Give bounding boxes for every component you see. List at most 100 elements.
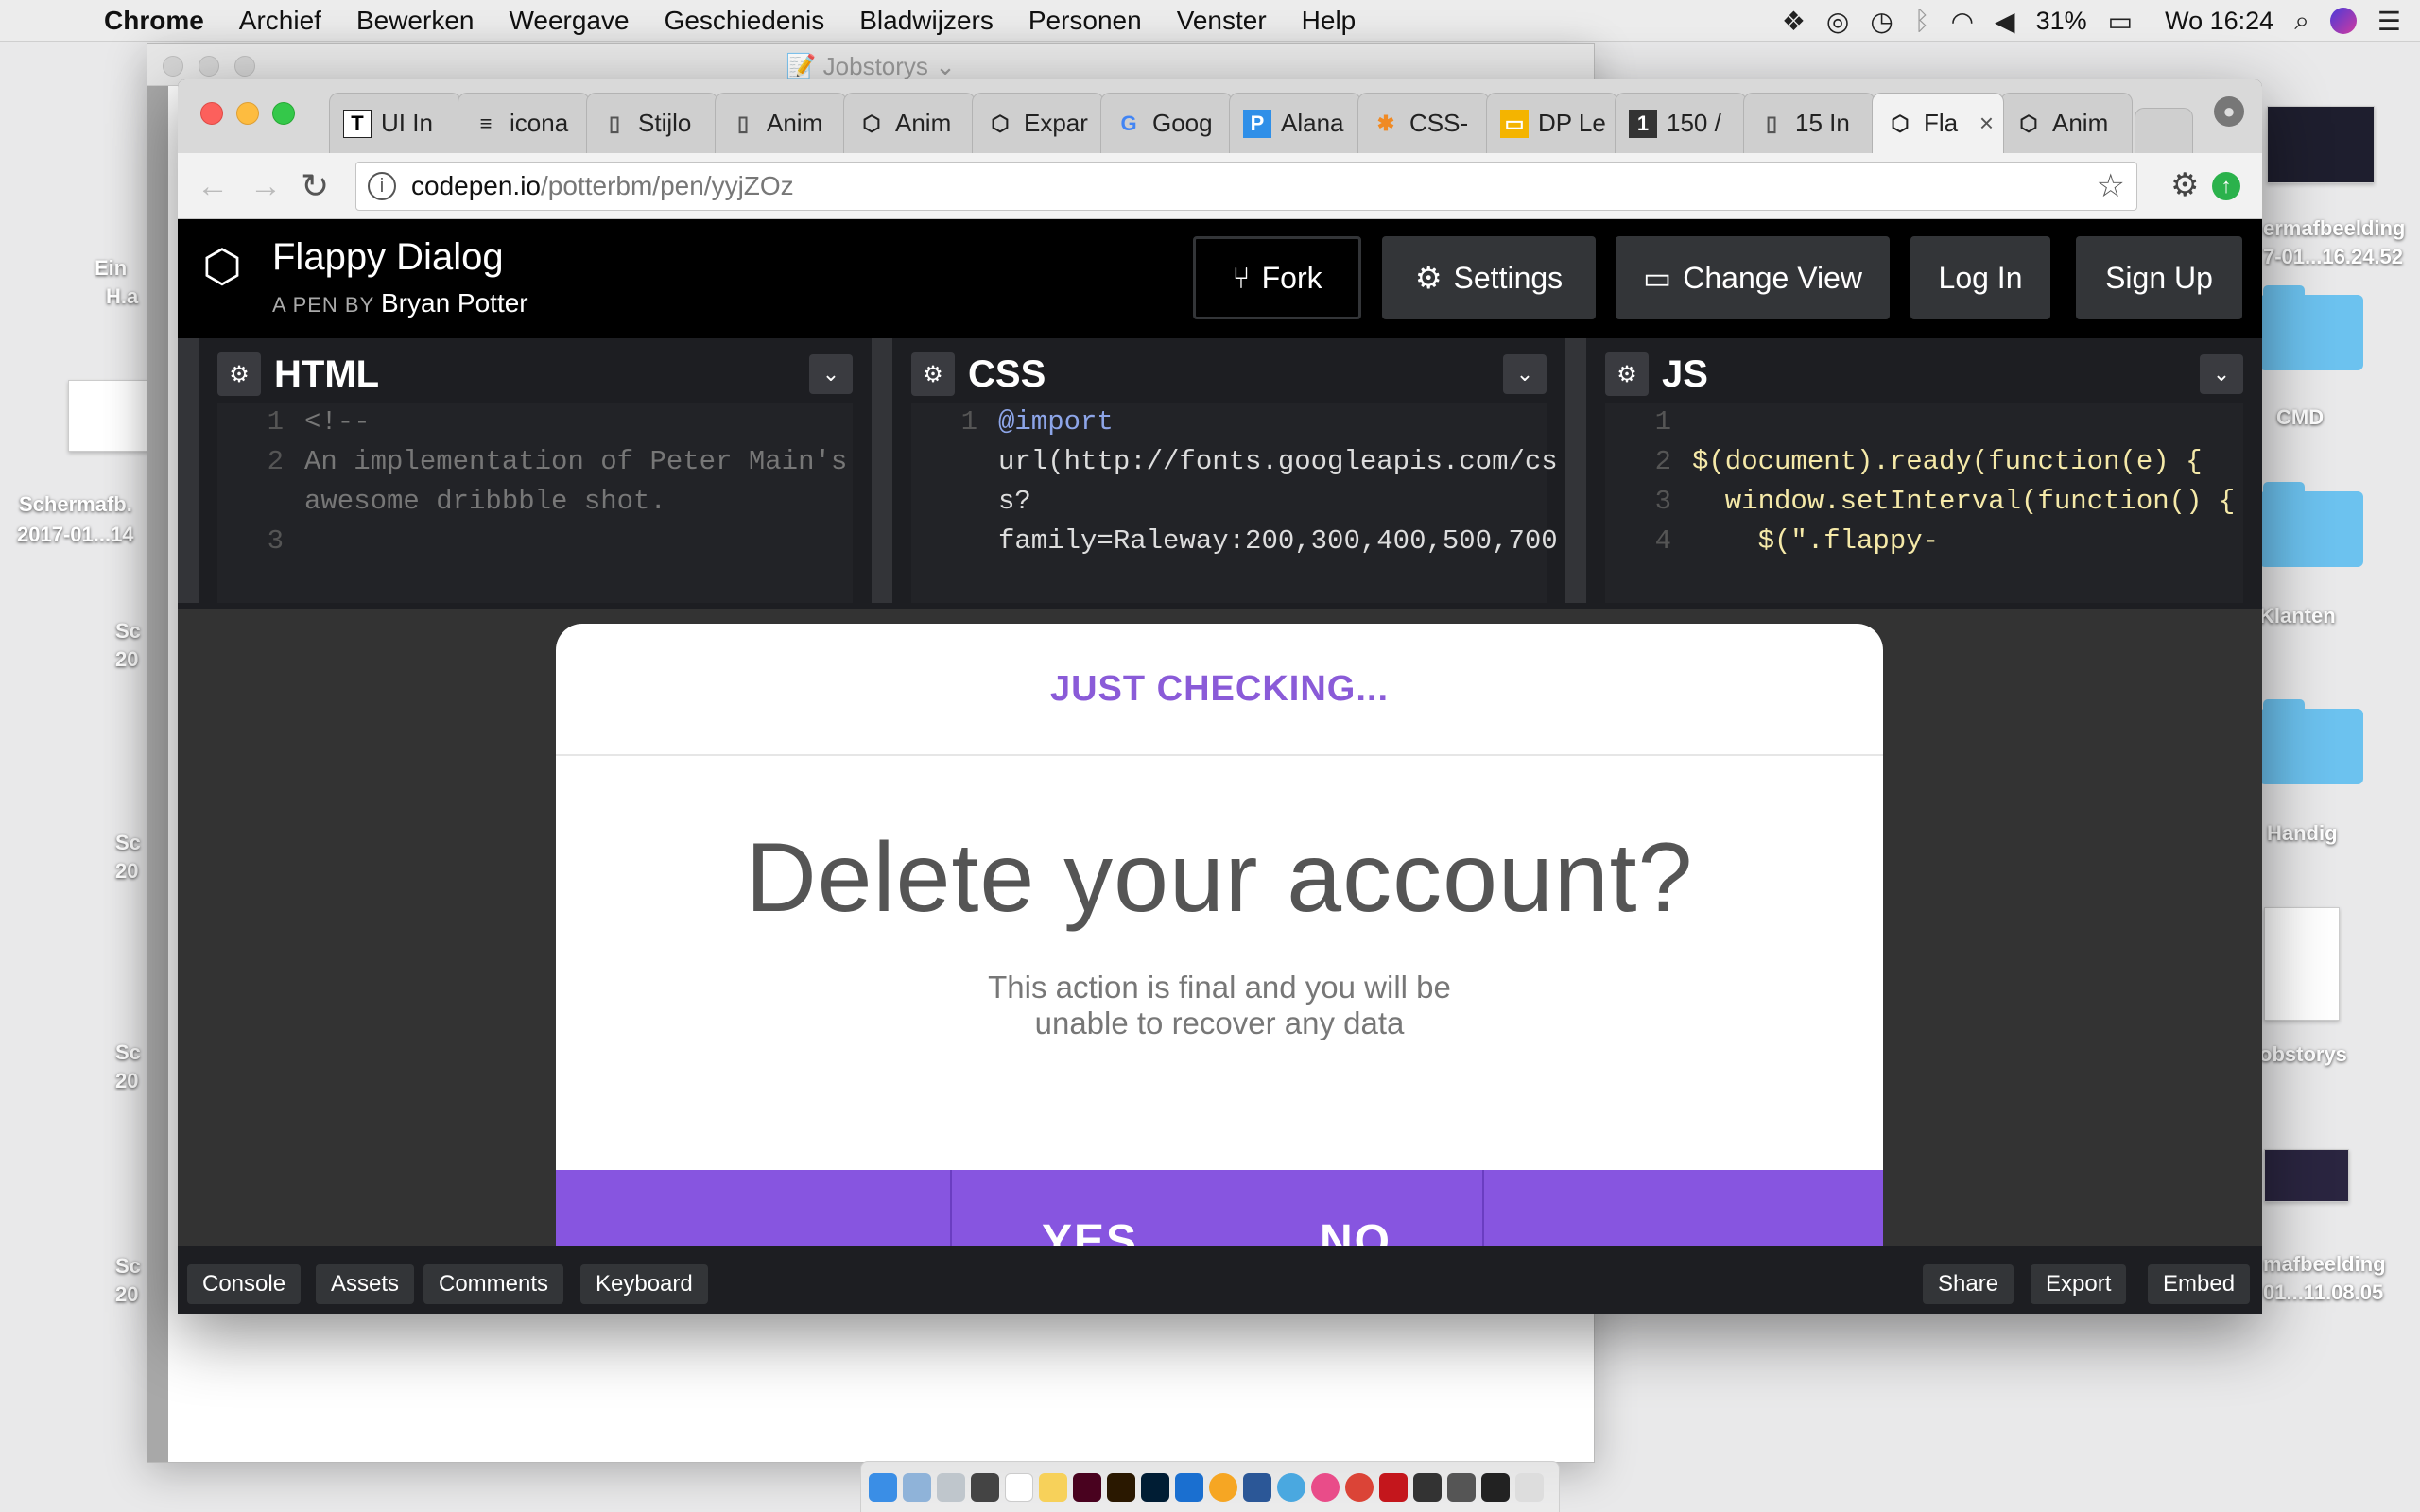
tab[interactable]: G Goog [1100,93,1233,153]
creative-cloud-icon[interactable]: ◎ [1826,6,1849,37]
desktop-label[interactable]: 20 [115,1068,138,1094]
forward-icon[interactable]: → [250,168,282,205]
pane-resizer[interactable] [872,338,892,603]
codepen-logo-icon[interactable]: ⬡ [202,240,242,293]
chevron-down-icon[interactable]: ⌄ [928,52,956,80]
new-tab-button[interactable] [2135,108,2193,153]
desktop-label[interactable]: Sc [115,618,141,644]
wifi-icon[interactable]: ◠ [1951,6,1974,37]
app-icon[interactable] [1175,1472,1203,1502]
html-editor[interactable]: ⚙ HTML ⌄ 1 <!-- 2 An implementation of P… [199,338,872,603]
desktop-label[interactable]: Handig [2267,820,2338,847]
tab[interactable]: T UI In [329,93,461,153]
calendar-icon[interactable] [1005,1472,1033,1502]
indesign-icon[interactable] [1073,1472,1101,1502]
notes-icon[interactable] [1039,1472,1067,1502]
app-icon[interactable] [1209,1472,1237,1502]
pane-resizer[interactable] [1565,338,1586,603]
volume-icon[interactable]: ◀ [1995,6,2015,37]
console-button[interactable]: Console [187,1264,302,1304]
desktop-label[interactable]: Sc [115,1040,141,1066]
app-icon[interactable] [1481,1472,1510,1502]
app-icon[interactable] [1447,1472,1476,1502]
document-thumbnail[interactable] [2264,907,2340,1021]
embed-button[interactable]: Embed [2148,1264,2251,1304]
html-code[interactable]: 1 <!-- 2 An implementation of Peter Main… [217,403,853,603]
dropbox-icon[interactable]: ❖ [1782,6,1806,37]
chevron-down-icon[interactable]: ⌄ [2200,354,2243,394]
siri-icon[interactable] [2329,8,2357,34]
menu-help[interactable]: Help [1302,6,1357,36]
tab[interactable]: ✱ CSS- [1357,93,1490,153]
extension-update-icon[interactable]: ↑ [2212,172,2240,200]
desktop-label[interactable]: obstorys [2259,1041,2347,1068]
tab[interactable]: 1 150 / [1615,93,1747,153]
desktop-label[interactable]: 20 [115,646,138,673]
chevron-down-icon[interactable]: ⌄ [1503,354,1547,394]
tab[interactable]: ▭ DP Le [1486,93,1618,153]
tab[interactable]: ≡ icona [458,93,590,153]
bookmark-star-icon[interactable]: ☆ [2097,167,2125,205]
reload-icon[interactable]: ↻ [301,166,329,206]
spotlight-search-icon[interactable]: ⌕ [2294,6,2309,37]
tab[interactable]: ⬡ Anim [843,93,976,153]
pen-title[interactable]: Flappy Dialog [272,236,504,279]
info-icon[interactable]: i [368,172,396,200]
assets-button[interactable]: Assets [316,1264,415,1304]
trash-icon[interactable] [1515,1472,1544,1502]
share-button[interactable]: Share [1923,1264,2014,1304]
tab[interactable]: ▯ 15 In [1743,93,1876,153]
time-machine-icon[interactable]: ◷ [1870,6,1893,37]
illustrator-icon[interactable] [1107,1472,1135,1502]
minimize-window-button[interactable] [236,102,259,125]
desktop-label[interactable]: ermafbeelding [2263,215,2405,242]
photoshop-icon[interactable] [1141,1472,1169,1502]
chevron-down-icon[interactable]: ⌄ [809,354,853,394]
desktop-label[interactable]: H.a [106,284,138,310]
photos-icon[interactable] [1311,1472,1340,1502]
pen-author-link[interactable]: Bryan Potter [381,288,528,318]
tab[interactable]: ⬡ Anim [2000,93,2133,153]
yes-button[interactable]: YES [1042,1215,1138,1246]
comments-button[interactable]: Comments [424,1264,564,1304]
desktop-label[interactable]: Klanten [2259,603,2336,629]
app-icon[interactable] [903,1472,931,1502]
menu-bladwijzers[interactable]: Bladwijzers [859,6,994,36]
app-icon[interactable] [1277,1472,1305,1502]
menu-app[interactable]: Chrome [104,6,204,36]
screenshot-thumbnail[interactable] [2267,106,2375,183]
js-editor[interactable]: ⚙ JS ⌄ 1 2 $(document).ready(function(e)… [1586,338,2262,603]
screenshot-thumbnail[interactable] [2264,1149,2349,1202]
desktop-label[interactable]: Ein [95,255,127,282]
menu-personen[interactable]: Personen [1028,6,1142,36]
menu-venster[interactable]: Venster [1177,6,1267,36]
desktop-label[interactable]: Sc [115,830,141,856]
desktop-label[interactable]: 20 [115,1281,138,1308]
desktop-label[interactable]: 01...11.08.05 [2263,1280,2383,1306]
chrome-icon[interactable] [1345,1472,1374,1502]
folder-icon[interactable] [2259,482,2363,567]
export-button[interactable]: Export [2031,1264,2127,1304]
address-bar[interactable]: i codepen.io /potterbm/pen/yyjZOz ☆ [355,162,2137,211]
word-icon[interactable] [1243,1472,1271,1502]
clock[interactable]: Wo 16:24 [2165,7,2273,36]
menu-geschiedenis[interactable]: Geschiedenis [665,6,825,36]
desktop-label[interactable]: Schermafb. [19,491,132,518]
menu-archief[interactable]: Archief [239,6,321,36]
desktop-label[interactable]: mafbeelding [2263,1251,2386,1278]
desktop-label[interactable]: 2017-01...14 [17,522,134,548]
folder-icon[interactable] [2259,285,2363,370]
html-settings-gear-icon[interactable]: ⚙ [217,352,261,396]
notification-center-icon[interactable]: ☰ [2377,6,2401,37]
no-button[interactable]: NO [1320,1215,1392,1246]
back-icon[interactable]: ← [197,168,229,205]
battery-icon[interactable]: ▭ [2108,6,2133,37]
folder-icon[interactable] [2259,699,2363,784]
screenshot-thumbnail[interactable] [68,380,153,452]
launchpad-icon[interactable] [937,1472,965,1502]
extension-gear-icon[interactable]: ⚙ [2170,166,2199,204]
keyboard-button[interactable]: Keyboard [580,1264,708,1304]
tab[interactable]: ▯ Stijlo [586,93,718,153]
css-code[interactable]: 1 @import url(http://fonts.googleapis.co… [911,403,1558,603]
desktop-label[interactable]: Sc [115,1253,141,1280]
